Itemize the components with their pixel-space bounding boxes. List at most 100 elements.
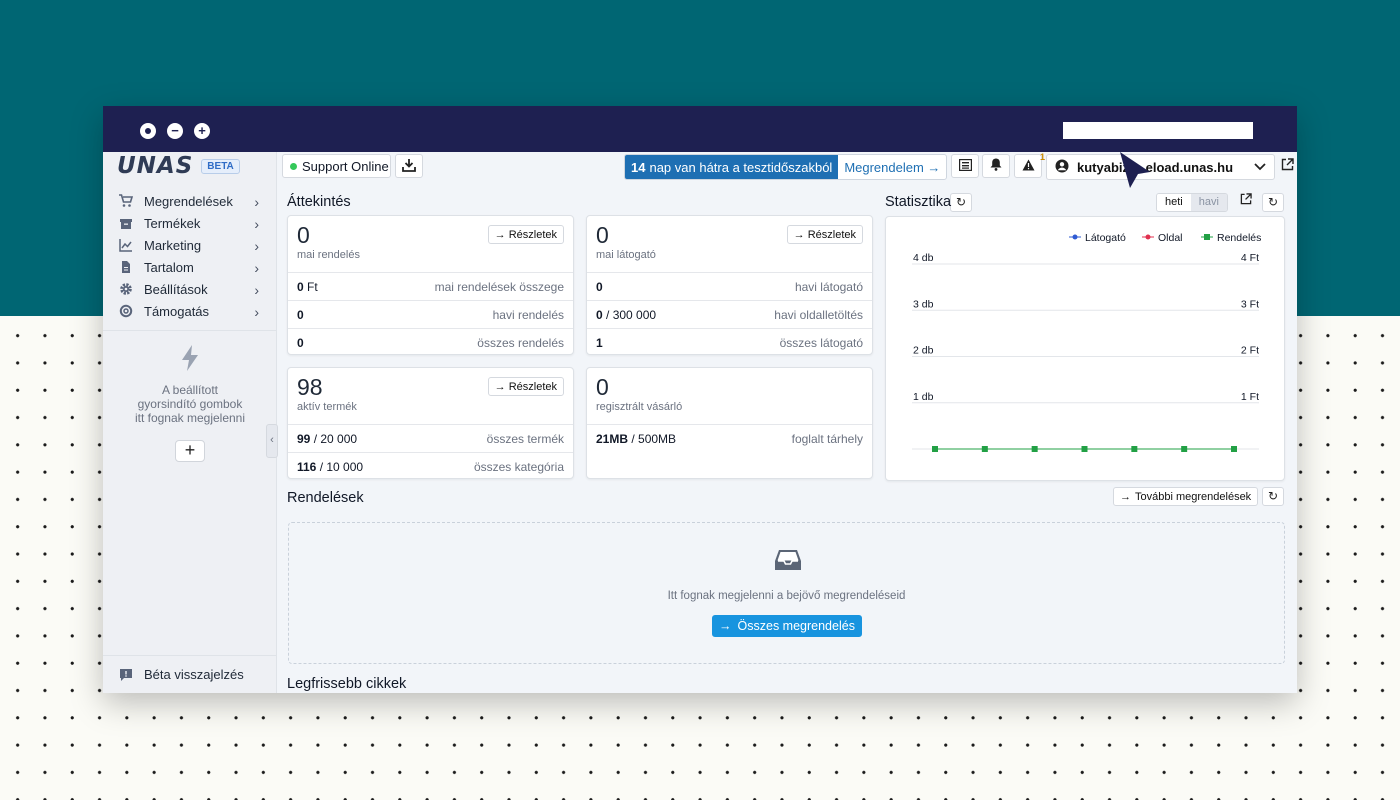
period-monthly-tab[interactable]: havi <box>1190 194 1227 211</box>
warning-icon <box>1022 159 1035 174</box>
statistics-chart-card: Látogató Oldal Rendelés 1 db 1 Ft 2 db 2 Ft 3 d… <box>885 216 1285 481</box>
sidebar-item-support[interactable]: Támogatás › <box>103 300 277 322</box>
support-label: Support Online <box>302 158 389 174</box>
sidebar-item-label: Megrendelések <box>144 193 233 209</box>
sidebar-nav: Megrendelések › Termékek › Marketing › T… <box>103 190 277 322</box>
data-point <box>1231 446 1237 452</box>
chevron-right-icon: › <box>254 238 259 254</box>
orders-overview-card: 0 mai rendelés → Részletek 0 Ft mai rend… <box>287 215 574 355</box>
chevron-right-icon: › <box>254 194 259 210</box>
stat-row: 1 összes látogató <box>587 328 872 356</box>
support-online-button[interactable]: Support Online <box>282 154 391 178</box>
data-point <box>1031 446 1038 452</box>
minimize-window-button[interactable]: − <box>167 123 183 139</box>
window-titlebar: − + <box>103 106 1297 152</box>
add-quick-button[interactable]: + <box>175 440 205 462</box>
stat-row: 0 havi rendelés <box>288 300 573 328</box>
legend-marker <box>1204 234 1210 240</box>
y-left-tick-label: 1 db <box>913 391 934 403</box>
visitors-overview-card: 0 mai látogató → Részletek 0 havi látoga… <box>586 215 873 355</box>
sidebar-item-marketing[interactable]: Marketing › <box>103 234 277 256</box>
legend-label: Látogató <box>1085 232 1126 244</box>
more-orders-button[interactable]: → További megrendelések <box>1113 487 1259 506</box>
refresh-statistics-button[interactable]: ↻ <box>1262 193 1284 212</box>
legend-marker <box>1072 234 1078 240</box>
beta-feedback-link[interactable]: Béta visszajelzés <box>103 655 277 693</box>
data-point <box>932 446 938 452</box>
stat-row: 21MB / 500MB foglalt tárhely <box>587 424 872 452</box>
stat-label: összes látogató <box>779 335 863 350</box>
sidebar-item-orders[interactable]: Megrendelések › <box>103 190 277 212</box>
stat-value: 0 Ft <box>297 279 318 294</box>
stat-value: 116 / 10 000 <box>297 459 364 474</box>
open-store-button[interactable] <box>1278 154 1297 178</box>
alert-count-badge: 1 <box>1039 152 1045 162</box>
collapse-sidebar-button[interactable]: ‹ <box>266 424 278 458</box>
inbox-icon <box>775 549 801 576</box>
today-orders-label: mai rendelés <box>297 249 360 261</box>
external-link-icon <box>1240 193 1252 208</box>
feedback-icon <box>119 668 133 682</box>
stat-value: 21MB / 500MB <box>596 431 677 446</box>
cash-register-icon <box>958 158 972 174</box>
alerts-button[interactable]: 1 <box>1014 152 1045 178</box>
stat-value: 0 <box>596 279 603 294</box>
refresh-overview-button[interactable]: ↻ <box>950 193 972 212</box>
refresh-icon: ↻ <box>1267 489 1279 503</box>
data-point <box>1131 446 1138 452</box>
notifications-button[interactable] <box>982 154 1010 178</box>
lifebuoy-icon <box>119 304 133 318</box>
orders-title: Rendelések <box>287 490 364 506</box>
stat-value: 99 / 20 000 <box>297 431 358 446</box>
maximize-window-button[interactable]: + <box>194 123 210 139</box>
logo[interactable]: UNAS BETA <box>117 153 240 179</box>
y-left-tick-label: 3 db <box>913 298 934 310</box>
user-menu[interactable]: kutyabiz… eload.unas.hu <box>1046 154 1275 180</box>
stat-row: 0 havi látogató <box>587 272 872 300</box>
cash-register-button[interactable] <box>951 154 979 178</box>
registered-customers-value: 0 <box>596 374 609 400</box>
chevron-right-icon: › <box>254 260 259 276</box>
refresh-orders-button[interactable]: ↻ <box>1262 487 1284 506</box>
sidebar-item-products[interactable]: Termékek › <box>103 212 277 234</box>
stat-row: 0 / 300 000 havi oldalletöltés <box>587 300 872 328</box>
open-statistics-button[interactable] <box>1235 193 1257 212</box>
quick-text-line: gyorsindító gombok <box>137 397 243 411</box>
close-window-button[interactable] <box>140 123 156 139</box>
address-bar[interactable] <box>1063 122 1253 139</box>
stat-label: havi látogató <box>794 279 863 294</box>
sidebar-item-settings[interactable]: Beállítások › <box>103 278 277 300</box>
products-overview-card: 98 aktív termék → Részletek 99 / 20 000 … <box>287 367 574 479</box>
order-now-button[interactable]: Megrendelem → <box>838 155 946 179</box>
stat-label: mai rendelések összege <box>434 279 564 294</box>
empty-orders-text: Itt fognak megjelenni a bejövő megrendel… <box>667 590 906 602</box>
period-weekly-tab[interactable]: heti <box>1157 194 1191 211</box>
details-label: Részletek <box>508 380 557 393</box>
main-content: Support Online 14 nap van hátra a teszti… <box>278 152 1297 693</box>
details-button[interactable]: → Részletek <box>487 377 564 396</box>
cart-icon <box>119 194 133 208</box>
all-orders-button[interactable]: → Összes megrendelés <box>712 615 862 637</box>
chart-line-icon <box>119 238 133 252</box>
stat-label: összes kategória <box>473 459 564 474</box>
online-status-dot <box>290 162 297 170</box>
statistics-title: Statisztika <box>885 194 952 210</box>
today-orders-value: 0 <box>297 222 310 248</box>
sidebar-item-content[interactable]: Tartalom › <box>103 256 277 278</box>
quick-text-line: A beállított <box>161 383 219 397</box>
feedback-label: Béta visszajelzés <box>144 667 244 682</box>
quick-launch-placeholder: A beállított gyorsindító gombok itt fogn… <box>103 345 277 425</box>
registered-customers-label: regisztrált vásárló <box>596 401 683 413</box>
details-button[interactable]: → Részletek <box>786 225 863 244</box>
user-icon <box>1055 159 1069 176</box>
arrow-right-icon: → <box>494 228 509 241</box>
chevron-right-icon: › <box>254 282 259 298</box>
download-button[interactable] <box>395 154 423 178</box>
details-button[interactable]: → Részletek <box>487 225 564 244</box>
chevron-right-icon: › <box>254 304 259 320</box>
legend-label: Rendelés <box>1217 232 1261 244</box>
stat-value: 0 <box>297 335 304 350</box>
sidebar-item-label: Tartalom <box>144 259 194 275</box>
y-right-tick-label: 1 Ft <box>1241 391 1259 403</box>
overview-title: Áttekintés <box>287 194 351 210</box>
